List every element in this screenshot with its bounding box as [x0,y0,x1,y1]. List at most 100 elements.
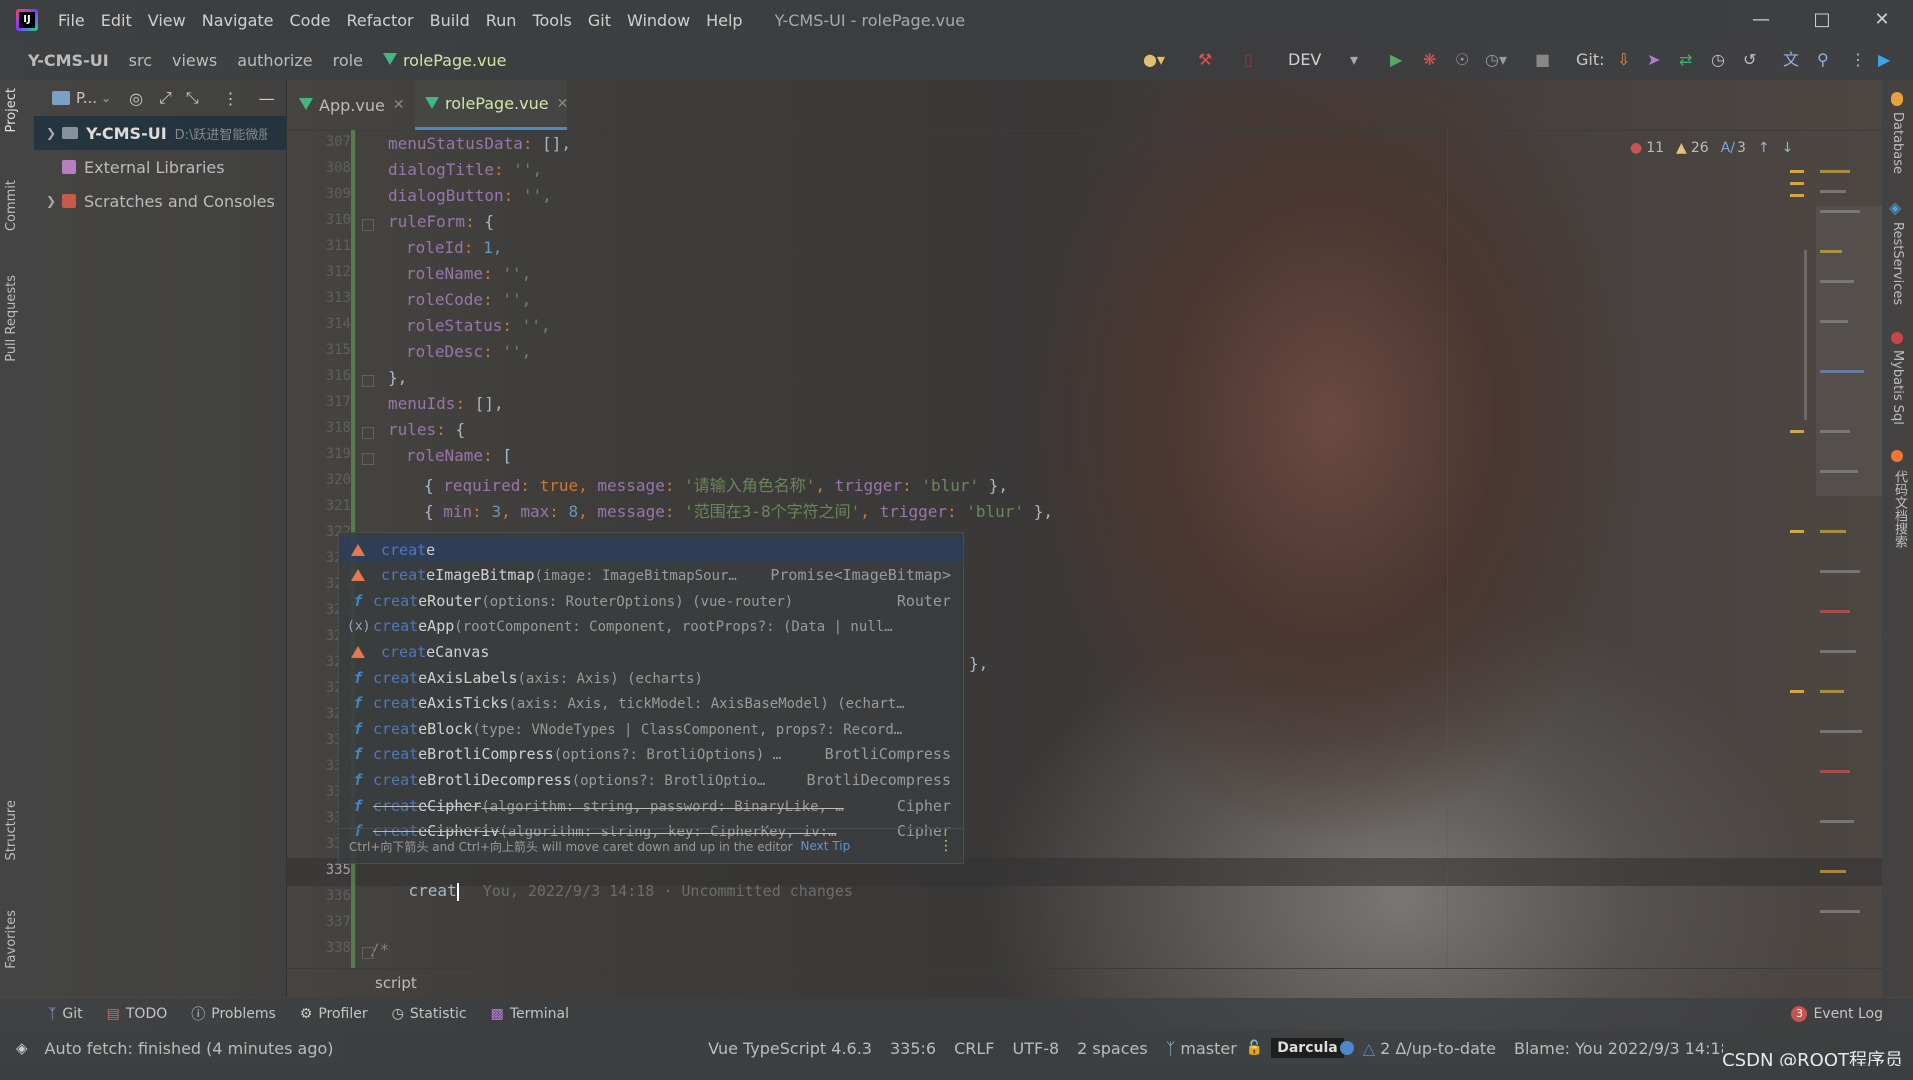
tree-item-scratches[interactable]: ❯ Scratches and Consoles [34,184,286,218]
tool-window-structure[interactable]: Structure [4,800,19,860]
language-service[interactable]: Vue TypeScript 4.6.3 [699,1039,881,1058]
run-icon[interactable]: ▶ [1390,50,1402,70]
layers-icon[interactable]: ◈ [16,1039,28,1057]
tool-window-mybatis-sql[interactable]: Mybatis Sql [1890,350,1905,425]
menu-file[interactable]: File [50,11,93,30]
fold-marker-icon[interactable] [362,219,374,231]
completion-item[interactable]: createCanvas [339,639,963,664]
theme-switcher[interactable]: Darcula [1271,1038,1344,1058]
chevron-down-icon[interactable]: ⌄ [101,91,111,105]
tool-window-favorites[interactable]: Favorites [4,910,19,969]
blame-info[interactable]: Blame: You 2022/9/3 14:18 [1505,1039,1723,1058]
stop-icon[interactable]: ■ [1535,50,1550,70]
run-config-dropdown-icon[interactable]: ▾ [1350,50,1358,70]
more-options-icon[interactable]: ⋮ [939,838,953,854]
completion-item[interactable]: f createCipher(algorithm: string, passwor… [339,793,963,818]
git-pull-request-icon[interactable]: ⇄ [1679,50,1692,70]
hide-panel-icon[interactable]: — [259,89,275,108]
breadcrumb-authorize[interactable]: authorize [227,51,322,70]
tool-window-project[interactable]: Project [4,88,19,132]
tool-window-terminal[interactable]: ▩ Terminal [491,1006,569,1022]
more-icon[interactable]: ⋮ [1850,50,1866,70]
menu-view[interactable]: View [140,11,194,30]
breadcrumb-role[interactable]: role [323,51,373,70]
line-separator[interactable]: CRLF [945,1039,1003,1058]
code-completion-popup[interactable]: create createImageBitmap(image: ImageBitm… [338,532,964,864]
tool-window-commit[interactable]: Commit [4,180,19,231]
completion-item[interactable]: createImageBitmap(image: ImageBitmapSour… [339,563,963,588]
menu-navigate[interactable]: Navigate [194,11,282,30]
tool-window-statistic[interactable]: ◷ Statistic [392,1006,467,1022]
profile-icon[interactable]: ◷▾ [1485,50,1507,70]
tool-window-problems[interactable]: ⓘ Problems [191,1004,276,1024]
indent-setting[interactable]: 2 spaces [1068,1039,1157,1058]
git-push-icon[interactable]: ➤ [1647,50,1660,70]
tree-item-external-libraries[interactable]: External Libraries [34,150,286,184]
read-only-lock-icon[interactable]: 🔓 [1246,1040,1263,1056]
git-branch-widget[interactable]: ᛉ master [1157,1039,1246,1058]
user-group-icon[interactable]: ●▾ [1143,50,1165,70]
intellij-logo-icon[interactable] [16,9,38,31]
project-view-select[interactable]: P... [76,89,97,107]
panel-options-icon[interactable]: ⋮ [223,89,239,108]
completion-item[interactable]: f createAxisTicks(axis: Axis, tickModel: … [339,691,963,716]
breadcrumb-views[interactable]: views [162,51,227,70]
minimap[interactable] [1790,130,1882,968]
menu-edit[interactable]: Edit [93,11,140,30]
scrollbar-thumb[interactable] [1804,250,1807,420]
build-hammer-icon[interactable]: ⚒ [1198,50,1212,70]
bookmark-icon[interactable]: ▯ [1244,50,1253,70]
search-icon[interactable]: ⚲ [1817,50,1829,70]
completion-item[interactable]: (x) createApp(rootComponent: Component, r… [339,614,963,639]
current-code-line[interactable]: creat You, 2022/9/3 14:18 · Uncommitted c… [370,862,853,920]
editor-breadcrumb-script[interactable]: script [375,974,417,992]
next-tip-link[interactable]: Next Tip [801,839,851,853]
translate-icon[interactable]: 文 [1783,50,1799,70]
tool-window-git[interactable]: ᛉ Git [48,1006,83,1022]
run-config-select[interactable]: DEV [1288,50,1321,70]
tool-window-profiler[interactable]: ⚙ Profiler [300,1006,368,1022]
breadcrumb-project[interactable]: Y-CMS-UI [0,51,119,70]
completion-item[interactable]: f createRouter(options: RouterOptions) (v… [339,588,963,613]
menu-run[interactable]: Run [478,11,525,30]
menu-refactor[interactable]: Refactor [338,11,421,30]
completion-item[interactable]: f createBrotliCompress(options?: BrotliOp… [339,742,963,767]
locate-file-icon[interactable]: ◎ [129,89,143,108]
tool-window-todo[interactable]: ▤ TODO [107,1006,168,1022]
minimize-icon[interactable]: — [1744,6,1778,34]
fold-marker-icon[interactable] [362,427,374,439]
menu-tools[interactable]: Tools [524,11,579,30]
completion-item[interactable]: f createBrotliDecompress(options?: Brotli… [339,767,963,792]
completion-item[interactable]: f createAxisLabels(axis: Axis) (echarts) [339,665,963,690]
git-rollback-icon[interactable]: ↺ [1743,50,1756,70]
fold-marker-icon[interactable] [362,947,374,959]
tree-item-project-root[interactable]: ❯ Y-CMS-UI D:\跃进智能微服 [34,116,286,150]
close-tab-icon[interactable]: ✕ [557,96,569,112]
fold-marker-icon[interactable] [362,375,374,387]
tool-window-database[interactable]: Database [1890,112,1905,174]
plugin-logo-icon[interactable]: ▶ [1878,50,1890,70]
previous-highlight-icon[interactable]: ↑ [1758,140,1770,156]
menu-code[interactable]: Code [282,11,339,30]
event-log[interactable]: 3 Event Log [1791,1006,1883,1022]
git-history-icon[interactable]: ◷ [1711,50,1725,70]
inspection-widget[interactable]: ● 11 ▲ 26 A∕ 3 ↑ ↓ [1630,140,1793,156]
maximize-icon[interactable]: □ [1805,6,1839,34]
tool-window-rest-services[interactable]: RestServices [1890,222,1905,305]
menu-window[interactable]: Window [619,11,698,30]
close-tab-icon[interactable]: ✕ [393,97,405,113]
chevron-right-icon[interactable]: ❯ [40,126,62,140]
tab-app-vue[interactable]: App.vue ✕ [299,80,411,130]
close-window-icon[interactable]: ✕ [1865,6,1899,34]
menu-build[interactable]: Build [422,11,478,30]
completion-item[interactable]: f createBlock(type: VNodeTypes | ClassCom… [339,716,963,741]
tab-rolepage-vue[interactable]: rolePage.vue ✕ [415,80,569,130]
chevron-right-icon[interactable]: ❯ [40,194,62,208]
collapse-all-icon[interactable]: ⤡ [186,88,199,108]
coverage-icon[interactable]: ☉ [1455,50,1469,70]
tool-window-pull-requests[interactable]: Pull Requests [4,275,19,362]
expand-all-icon[interactable]: ⤢ [159,88,172,108]
debug-icon[interactable]: ❋ [1423,50,1436,70]
caret-position[interactable]: 335:6 [881,1039,945,1058]
breadcrumb-file[interactable]: rolePage.vue [373,51,517,70]
